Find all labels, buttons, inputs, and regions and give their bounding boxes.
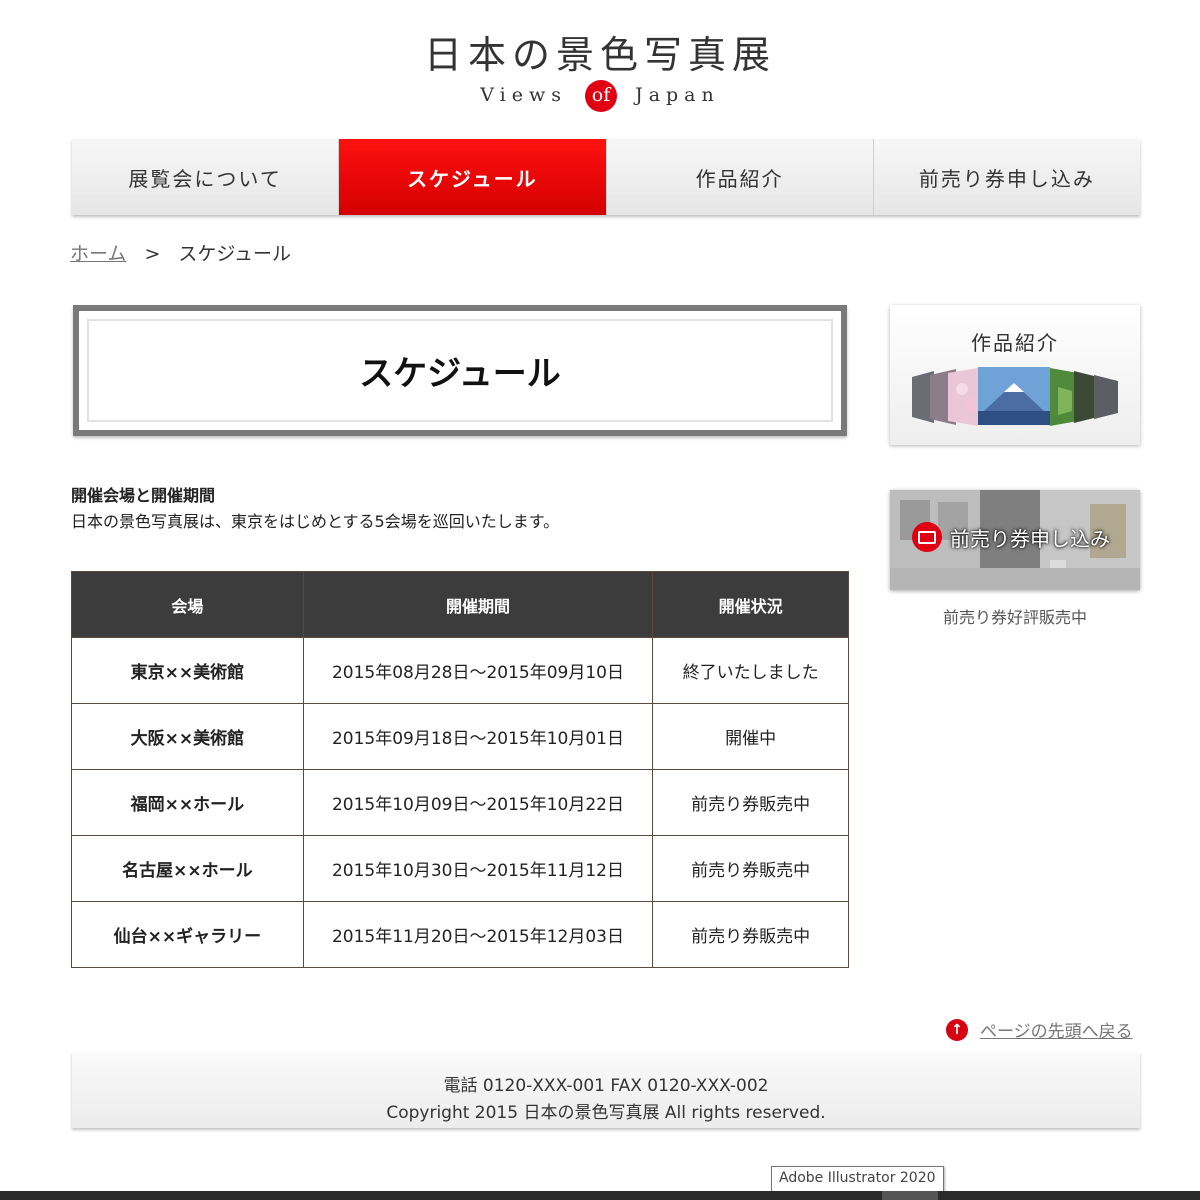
venue-cell: 大阪××美術館 [71, 703, 304, 770]
schedule-table: 会場 開催期間 開催状況 東京××美術館 2015年08月28日～2015年09… [71, 571, 849, 968]
page-title: スケジュール [359, 354, 561, 394]
venue-cell: 東京××美術館 [71, 637, 304, 704]
taskbar-tooltip: Adobe Illustrator 2020 [771, 1166, 944, 1192]
table-header-row: 会場 開催期間 開催状況 [71, 571, 849, 638]
period-cell: 2015年11月20日～2015年12月03日 [302, 901, 654, 968]
nav-item-tickets[interactable]: 前売り券申し込み [872, 139, 1140, 215]
page-top-link[interactable]: ↑ ページの先頭へ戻る [946, 1017, 1133, 1042]
taskbar-active-app[interactable] [882, 1191, 938, 1200]
main-nav: 展覧会について スケジュール 作品紹介 前売り券申し込み [72, 139, 1140, 215]
status-cell: 前売り券販売中 [652, 835, 849, 902]
table-row: 大阪××美術館 2015年09月18日～2015年10月01日 開催中 [71, 703, 849, 770]
page-top-label: ページの先頭へ戻る [980, 1022, 1133, 1042]
photo-thumb-blossom [948, 368, 978, 426]
column-header-status: 開催状況 [652, 571, 849, 638]
page-title-frame: スケジュール [73, 305, 847, 436]
status-cell: 開催中 [652, 703, 849, 770]
venue-cell: 名古屋××ホール [71, 835, 304, 902]
table-row: 名古屋××ホール 2015年10月30日～2015年11月12日 前売り券販売中 [71, 835, 849, 902]
sidebar-ticket-banner[interactable]: 前売り券申し込み [890, 490, 1140, 590]
subtitle-of-badge: of [585, 80, 618, 112]
sidebar-works-banner[interactable]: 作品紹介 [890, 305, 1140, 445]
subtitle-japan: Japan [635, 84, 720, 106]
photo-thumb-dark-right [1094, 375, 1118, 419]
status-cell: 前売り券販売中 [652, 769, 849, 836]
nav-item-about[interactable]: 展覧会について [72, 139, 339, 215]
page-title-inner-frame: スケジュール [87, 319, 833, 422]
breadcrumb-separator: > [144, 243, 161, 265]
period-cell: 2015年08月28日～2015年09月10日 [302, 637, 654, 704]
ticket-button-label: 前売り券申し込み [950, 526, 1110, 551]
period-cell: 2015年10月30日～2015年11月12日 [302, 835, 654, 902]
breadcrumb: ホーム > スケジュール [70, 239, 291, 266]
os-taskbar [0, 1191, 1200, 1200]
footer-contact: 電話 0120-XXX-001 FAX 0120-XXX-002 [443, 1076, 769, 1096]
ticket-note: 前売り券好評販売中 [942, 608, 1087, 627]
breadcrumb-home-link[interactable]: ホーム [70, 243, 126, 265]
nav-item-works[interactable]: 作品紹介 [605, 139, 873, 215]
ticket-button: 前売り券申し込み [912, 522, 1110, 552]
period-cell: 2015年09月18日～2015年10月01日 [302, 703, 654, 770]
venue-cell: 福岡××ホール [71, 769, 304, 836]
arrow-up-icon: ↑ [946, 1018, 968, 1041]
breadcrumb-current: スケジュール [178, 243, 292, 265]
table-row: 東京××美術館 2015年08月28日～2015年09月10日 終了いたしました [71, 637, 849, 704]
period-cell: 2015年10月09日～2015年10月22日 [302, 769, 654, 836]
table-row: 仙台××ギャラリー 2015年11月20日～2015年12月03日 前売り券販売… [71, 901, 849, 968]
status-cell: 前売り券販売中 [652, 901, 849, 968]
column-header-venue: 会場 [71, 571, 304, 638]
status-cell: 終了いたしました [652, 637, 849, 704]
sidebar-works-label: 作品紹介 [971, 331, 1059, 355]
photo-gallery-thumbnails [912, 367, 1118, 426]
site-footer: 電話 0120-XXX-001 FAX 0120-XXX-002 Copyrig… [72, 1052, 1140, 1128]
column-header-period: 開催期間 [302, 571, 654, 638]
subtitle-views: Views [480, 84, 567, 106]
site-title: 日本の景色写真展 [423, 33, 776, 77]
ticket-icon [912, 522, 942, 552]
site-subtitle: Views of Japan [0, 80, 1200, 112]
table-row: 福岡××ホール 2015年10月09日～2015年10月22日 前売り券販売中 [71, 769, 849, 836]
footer-copyright: Copyright 2015 日本の景色写真展 All rights reser… [386, 1103, 826, 1123]
venue-cell: 仙台××ギャラリー [71, 901, 304, 968]
nav-item-schedule[interactable]: スケジュール [338, 139, 606, 215]
intro-text: 日本の景色写真展は、東京をはじめとする5会場を巡回いたします。 [71, 512, 560, 531]
intro-heading: 開催会場と開催期間 [71, 486, 216, 505]
